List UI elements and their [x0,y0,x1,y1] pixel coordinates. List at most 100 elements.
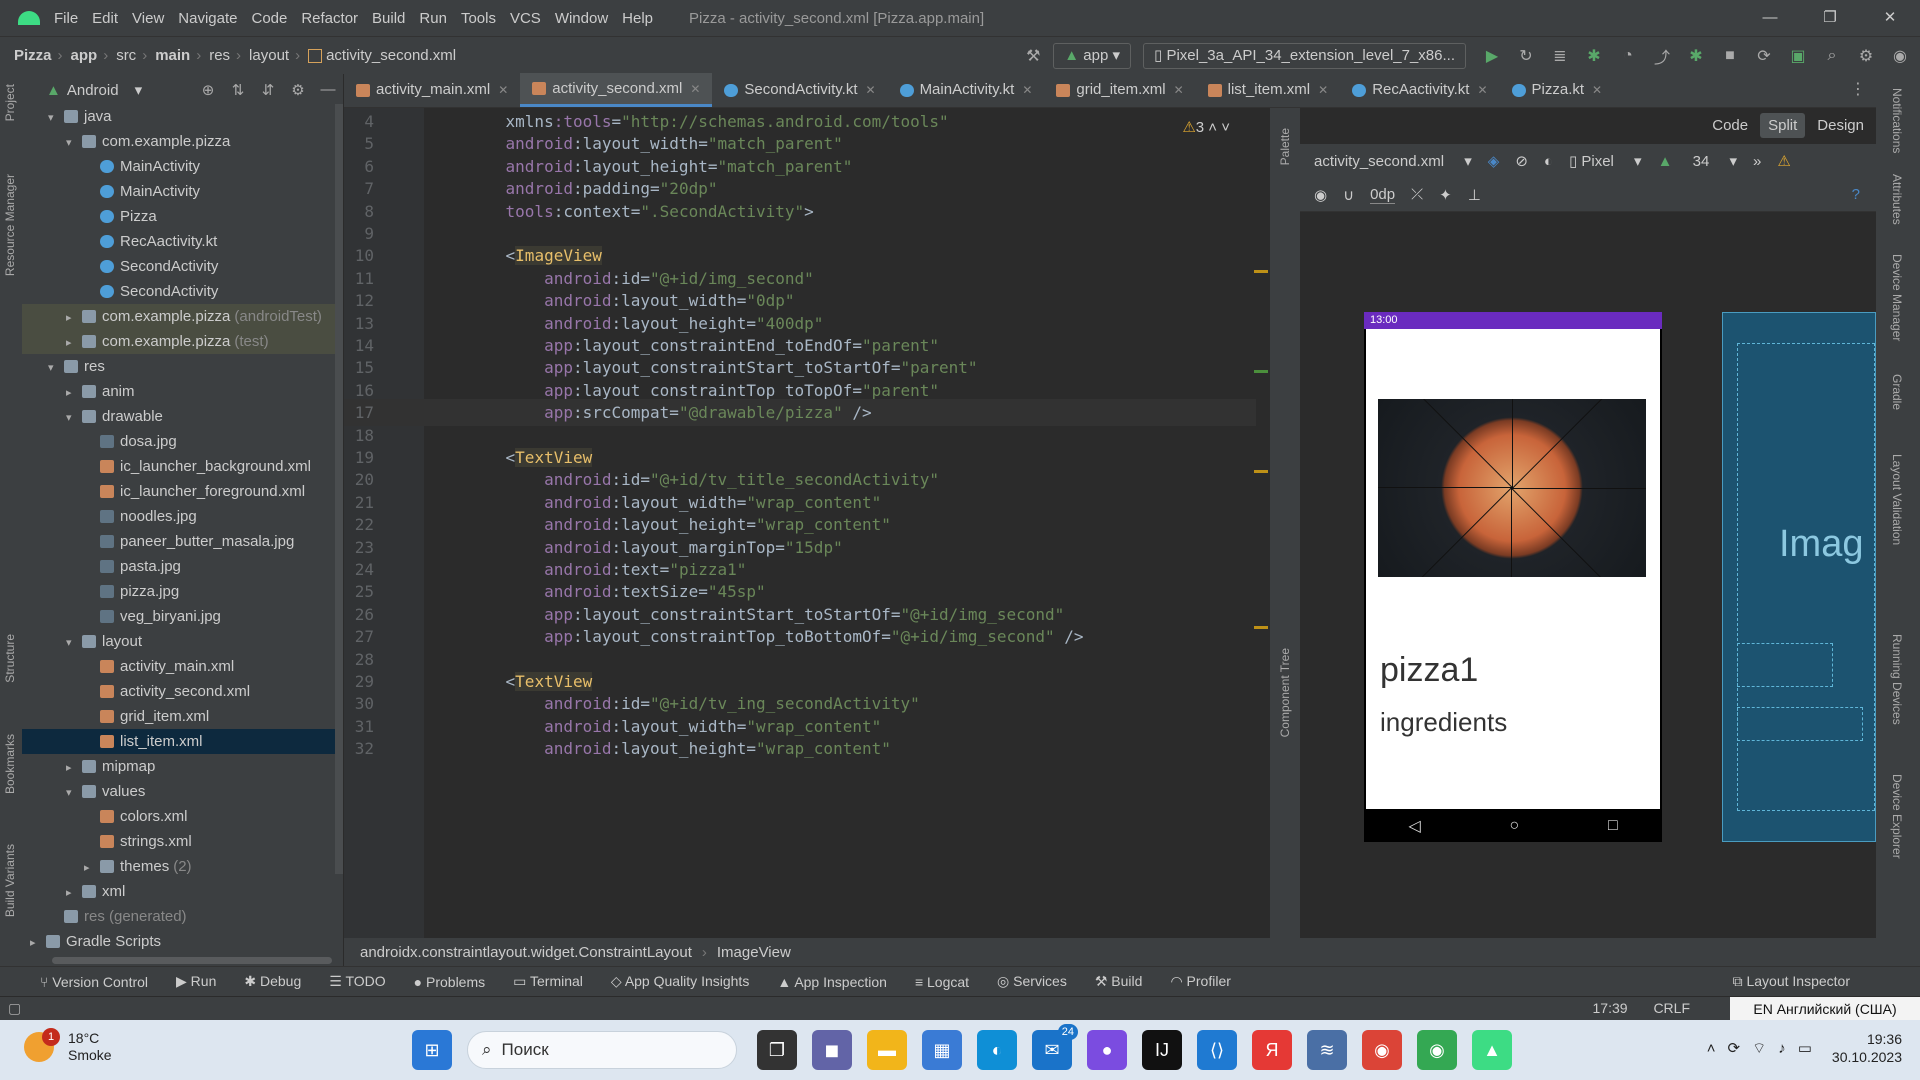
tree-item[interactable]: SecondActivity [22,254,335,279]
mail-icon[interactable]: ✉ 24 [1032,1024,1078,1070]
api-level-select[interactable]: ▲ 34 ▾ [1658,152,1737,170]
help-icon[interactable]: ? [1852,186,1860,203]
tree-item[interactable]: ▾ com.example.pizza [22,129,335,154]
close-tab-icon[interactable]: ✕ [866,74,876,106]
pizza-image[interactable] [1378,399,1646,577]
layout-file-select[interactable]: activity_second.xml ▾ [1314,152,1472,170]
tree-item[interactable]: ▾ res [22,354,335,379]
debug-tab[interactable]: ✱ Debug [244,973,301,990]
structure-tab[interactable]: Structure [3,634,17,683]
app-inspection-tab[interactable]: ▲ App Inspection [777,974,887,990]
debug-icon[interactable]: ✱ [1580,46,1608,66]
crumb-main[interactable]: main [155,47,190,64]
profile-icon[interactable]: ◔ [1614,47,1642,65]
project-scrollbar[interactable] [335,104,343,874]
app-icon[interactable]: ≋ [1307,1030,1347,1070]
more-icon[interactable]: » [1753,153,1761,170]
crumb-src[interactable]: src [116,47,136,64]
run-config-select[interactable]: ▲ app ▾ [1053,43,1132,69]
clock[interactable]: 19:36 30.10.2023 [1832,1030,1902,1066]
app-quality-tab[interactable]: ◇ App Quality Insights [611,973,749,990]
input-language[interactable]: EN Английский (США) [1730,997,1920,1021]
close-tab-icon[interactable]: ✕ [1592,74,1602,106]
editor-tab[interactable]: Pizza.kt ✕ [1500,73,1615,107]
attach-debugger-icon[interactable]: ⤴ [1648,44,1676,68]
tree-item[interactable]: MainActivity [22,154,335,179]
project-hscrollbar[interactable] [52,957,332,964]
expand-arrow-icon[interactable]: ▸ [30,931,46,956]
tree-item[interactable]: ▾ drawable [22,404,335,429]
inspection-widget[interactable]: ⚠3 ˄ ˅ [1182,118,1230,136]
start-icon[interactable]: ⊞ [412,1030,452,1070]
expand-all-icon[interactable]: ⇅ [223,81,253,99]
intellij-icon[interactable]: IJ [1142,1030,1182,1070]
rerun-icon[interactable]: ↻ [1512,46,1540,66]
expand-arrow-icon[interactable]: ▾ [48,106,64,131]
menu-help[interactable]: Help [622,10,653,27]
magnet-icon[interactable]: ∪ [1343,186,1354,204]
tree-item[interactable]: pasta.jpg [22,554,335,579]
tree-item[interactable]: ▸ com.example.pizza (androidTest) [22,304,335,329]
menu-refactor[interactable]: Refactor [301,10,358,27]
version-control-tab[interactable]: ⑂ Version Control [40,974,148,990]
code-mode-button[interactable]: Code [1704,113,1756,138]
blueprint-preview[interactable]: Imag [1722,312,1876,842]
hide-icon[interactable]: — [313,81,343,99]
store-icon[interactable]: ▦ [922,1030,962,1070]
android-studio-icon[interactable]: ▲ [1472,1030,1512,1070]
expand-arrow-icon[interactable]: ▾ [66,781,82,806]
tree-item[interactable]: Pizza [22,204,335,229]
problems-tab[interactable]: ● Problems [414,974,486,990]
project-tool-tab[interactable]: Project [3,84,17,121]
menu-file[interactable]: File [54,10,78,27]
device-explorer-tab[interactable]: Device Explorer [1890,774,1904,859]
apply-changes-icon[interactable]: ≣ [1546,46,1574,66]
tree-item[interactable]: ▸ anim [22,379,335,404]
menu-vcs[interactable]: VCS [510,10,541,27]
tree-item[interactable]: ic_launcher_background.xml [22,454,335,479]
night-mode-icon[interactable]: ◐ [1544,153,1553,170]
menu-tools[interactable]: Tools [461,10,496,27]
tree-item[interactable]: colors.xml [22,804,335,829]
run-icon[interactable]: ▶ [1478,46,1506,66]
ingredients-textview[interactable]: ingredients [1380,707,1507,738]
expand-arrow-icon[interactable]: ▸ [66,756,82,781]
breadcrumb-root[interactable]: androidx.constraintlayout.widget.Constra… [360,944,692,961]
toggle-tool-windows-icon[interactable]: ▢ [8,1000,21,1017]
crumb-res[interactable]: res [209,47,230,64]
expand-arrow-icon[interactable]: ▾ [66,131,82,156]
expand-arrow-icon[interactable]: ▸ [66,306,82,331]
editor-tab[interactable]: MainActivity.kt ✕ [888,73,1045,107]
restore-icon[interactable]: ❐ [1800,0,1860,36]
tree-item[interactable]: RecAactivity.kt [22,229,335,254]
tree-item[interactable]: ▾ values [22,779,335,804]
editor-tab[interactable]: list_item.xml ✕ [1196,73,1341,107]
profiler-tab[interactable]: ◠ Profiler [1170,973,1230,990]
close-tab-icon[interactable]: ✕ [1174,74,1184,106]
services-tab[interactable]: ◎ Services [997,973,1067,990]
tree-item[interactable]: SecondActivity [22,279,335,304]
close-tab-icon[interactable]: ✕ [1022,74,1032,106]
file-explorer-icon[interactable]: ▬ [867,1030,907,1070]
tree-item[interactable]: dosa.jpg [22,429,335,454]
close-tab-icon[interactable]: ✕ [498,74,508,106]
notifications-tab[interactable]: Notifications [1890,88,1904,153]
search-icon[interactable]: ⌕ [1818,47,1846,65]
tree-item[interactable]: activity_main.xml [22,654,335,679]
tree-item[interactable]: ▾ java [22,104,335,129]
preview-warning-icon[interactable]: ⚠ [1777,152,1790,170]
crumb-project[interactable]: Pizza [14,47,52,64]
tree-item[interactable]: ▸ xml [22,879,335,904]
task-view-icon[interactable]: ❐ [757,1030,797,1070]
editor-tab[interactable]: activity_main.xml ✕ [344,73,520,107]
menu-edit[interactable]: Edit [92,10,118,27]
menu-view[interactable]: View [132,10,164,27]
device-manager-tab[interactable]: Device Manager [1890,254,1904,341]
weather-widget[interactable]: 1 18°C Smoke [24,1028,112,1064]
tree-item[interactable]: veg_biryani.jpg [22,604,335,629]
teams-icon[interactable]: ◼ [812,1030,852,1070]
menu-build[interactable]: Build [372,10,405,27]
close-icon[interactable]: ✕ [1860,0,1920,36]
tree-item[interactable]: grid_item.xml [22,704,335,729]
settings-icon[interactable]: ⚙ [1852,46,1880,66]
